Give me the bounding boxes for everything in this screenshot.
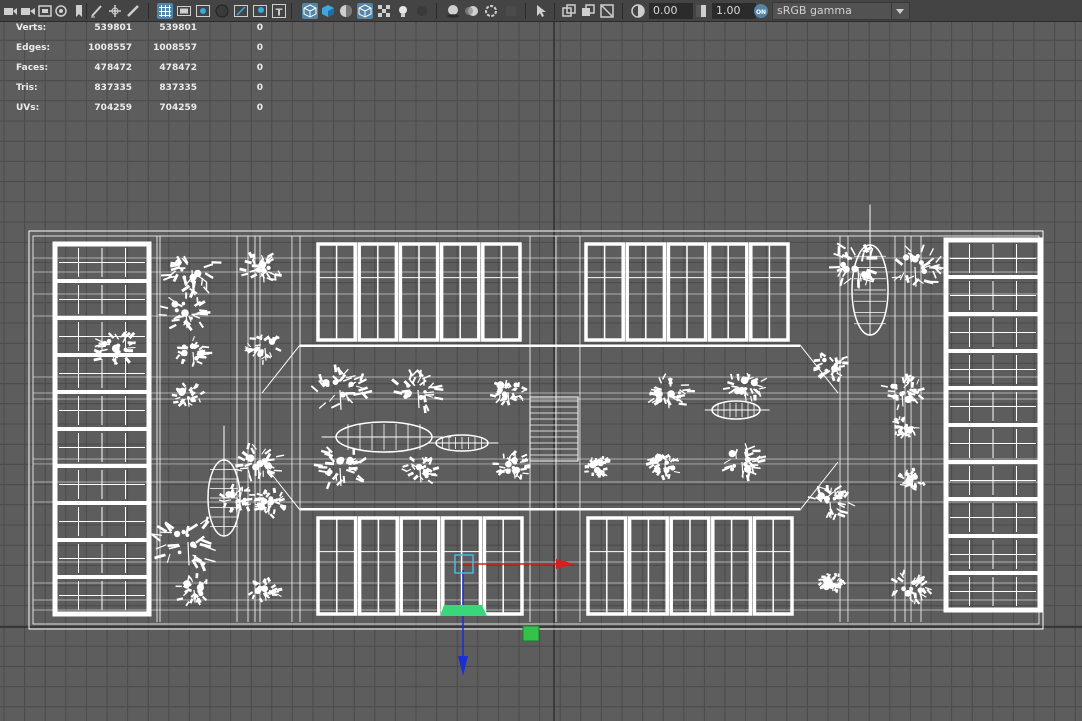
colorspace-label: sRGB gamma (777, 4, 852, 17)
gate-mask-icon[interactable] (214, 3, 230, 19)
hud-value-extra: 0 (256, 63, 263, 73)
wireframe-on-shaded-icon[interactable] (357, 3, 373, 19)
gamma-field[interactable]: 1.00 (712, 3, 756, 19)
gamma-icon[interactable] (693, 3, 709, 19)
scene-canvas[interactable] (0, 22, 1082, 721)
image-plane-icon[interactable] (53, 3, 69, 19)
chevron-down-icon (891, 3, 909, 19)
manipulator-plane-handle (440, 605, 487, 616)
pencil-tool-icon[interactable] (125, 3, 141, 19)
hud-label: Faces: (16, 63, 49, 73)
hud-label: Tris: (16, 83, 38, 93)
manipulator-free-handle (522, 625, 540, 642)
hud-value-scene: 837335 (94, 83, 132, 93)
hud-value-selected: 837335 (159, 83, 197, 93)
hud-label: Edges: (16, 43, 51, 53)
hud-value-extra: 0 (256, 83, 263, 93)
svg-text:T: T (276, 8, 283, 19)
shadows-icon[interactable] (414, 3, 430, 19)
color-management-icon[interactable]: ON (753, 3, 769, 19)
hud-value-extra: 0 (256, 43, 263, 53)
lights-icon[interactable] (395, 3, 411, 19)
camera-lock-icon[interactable] (20, 3, 36, 19)
hud-value-extra: 0 (256, 23, 263, 33)
hud-value-scene: 478472 (94, 63, 132, 73)
film-gate-icon[interactable] (176, 3, 192, 19)
viewport-3d[interactable]: Verts: 539801 539801 0 Edges: 1008557 1008557 0… (0, 22, 1082, 721)
field-chart-icon[interactable] (233, 3, 249, 19)
hud-value-selected: 478472 (159, 63, 197, 73)
resolution-gate-icon[interactable] (195, 3, 211, 19)
hud-value-selected: 539801 (159, 23, 197, 33)
camera-attributes-icon[interactable] (37, 3, 53, 19)
grid-toggle-icon[interactable] (157, 3, 173, 19)
viewport-background (0, 22, 1082, 721)
xray-icon[interactable] (561, 3, 577, 19)
hud-label: Verts: (16, 23, 47, 33)
bookmark-icon[interactable] (71, 3, 87, 19)
viewport-toolbar: T 0.00 1.00 ON sRGB gamma (0, 0, 1082, 22)
smooth-shade-icon[interactable] (320, 3, 336, 19)
hud-value-selected: 704259 (159, 103, 197, 113)
grease-pencil-icon[interactable] (89, 3, 105, 19)
wireframe-shading-icon[interactable] (302, 3, 318, 19)
xray-joints-icon[interactable] (599, 3, 615, 19)
textured-icon[interactable] (376, 3, 392, 19)
exposure-field[interactable]: 0.00 (649, 3, 693, 19)
hud-value-scene: 1008557 (88, 43, 132, 53)
hud-label: UVs: (16, 103, 40, 113)
camera-select-icon[interactable] (2, 3, 18, 19)
2d-pan-zoom-icon[interactable] (107, 3, 123, 19)
colorspace-dropdown[interactable]: sRGB gamma (772, 2, 910, 20)
depth-of-field-icon[interactable] (503, 3, 519, 19)
safe-title-icon[interactable]: T (271, 3, 287, 19)
ambient-occlusion-icon[interactable] (445, 3, 461, 19)
svg-text:ON: ON (756, 9, 766, 16)
exposure-icon[interactable] (630, 3, 646, 19)
hud-value-scene: 539801 (94, 23, 132, 33)
motion-blur-icon[interactable] (464, 3, 480, 19)
isolate-select-icon[interactable] (533, 3, 549, 19)
xray-active-components-icon[interactable] (580, 3, 596, 19)
hud-value-selected: 1008557 (153, 43, 197, 53)
hud-value-scene: 704259 (94, 103, 132, 113)
anti-aliasing-icon[interactable] (483, 3, 499, 19)
default-material-icon[interactable] (338, 3, 354, 19)
safe-action-icon[interactable] (252, 3, 268, 19)
hud-value-extra: 0 (256, 103, 263, 113)
